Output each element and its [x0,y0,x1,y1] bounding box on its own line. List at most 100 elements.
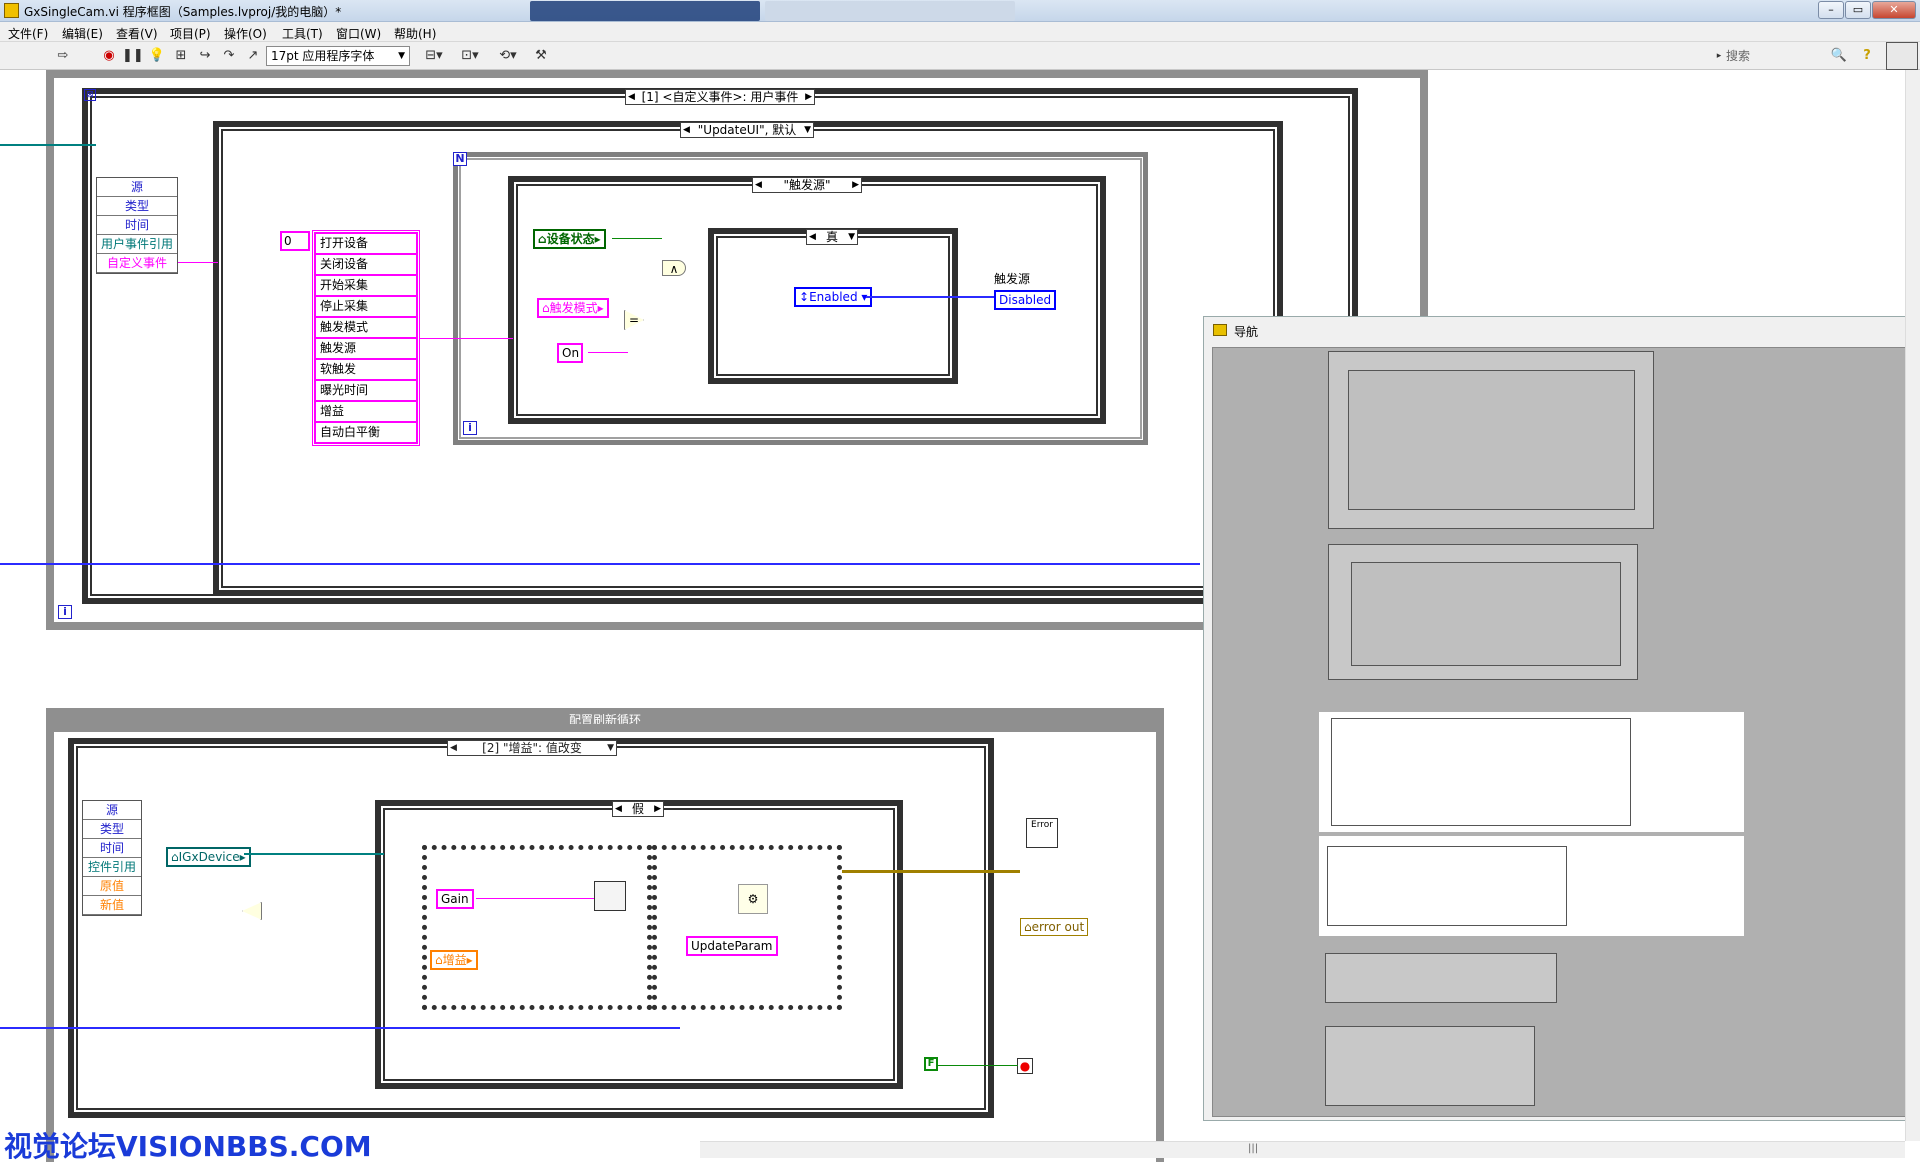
case-selector-updateui[interactable]: ◀ "UpdateUI", 默认 ▼ [680,122,814,138]
ring-item-stop: 停止采集 [315,296,417,317]
ring-item-white-balance: 自动白平衡 [315,422,417,443]
device-state-local[interactable]: ⌂设备状态▸ [533,229,606,249]
event-data-node-config: 源 类型 时间 控件引用 原值 新值 [82,800,142,916]
selector-prev-icon[interactable]: ◀ [683,123,690,137]
event-data-time: 时间 [97,216,177,235]
sequence-frame-2 [652,845,842,1010]
align-objects-icon[interactable]: ⊟▾ [420,47,448,65]
pause-icon[interactable]: ❚❚ [122,47,144,65]
vi-connector-icon[interactable] [1886,42,1918,70]
igxdevice-label: IGxDevice [178,850,240,864]
selector-prev-icon[interactable]: ◀ [755,178,762,192]
font-select-value: 17pt 应用程序字体 [271,49,375,63]
close-button[interactable]: ✕ [1872,1,1916,19]
invoke-node-icon[interactable]: ⚙ [738,884,768,914]
error-out-indicator[interactable]: ⌂error out [1020,918,1089,936]
case-selector-false[interactable]: ◀ 假 ▶ [612,801,664,817]
run-arrow-icon[interactable]: ⇨ [54,47,72,65]
selector-prev-icon[interactable]: ◀ [615,802,622,816]
wire-error-bottom [0,1027,680,1029]
menu-operate[interactable]: 操作(O) [224,25,267,42]
labview-block-diagram-window: GxSingleCam.vi 程序框图（Samples.lvproj/我的电脑）… [0,0,1920,1162]
chevron-down-icon: ▼ [398,51,405,61]
trigger-mode-local[interactable]: ⌂触发模式▸ [537,298,609,318]
horizontal-scrollbar[interactable]: ||| [700,1141,1905,1158]
updateparam-constant[interactable]: UpdateParam [686,936,778,956]
step-into-icon[interactable]: ↪ [196,47,214,65]
selector-next-icon[interactable]: ▶ [654,802,661,816]
menu-view[interactable]: 查看(V) [116,25,158,42]
enabled-constant[interactable]: ↕Enabled ▾ [794,287,873,307]
event-selector[interactable]: ◀ [1] <自定义事件>: 用户事件 ▶ [625,89,815,105]
navigation-overview[interactable] [1212,347,1917,1117]
highlight-bulb-icon[interactable]: 💡 [148,47,166,65]
navigation-window[interactable]: 导航 [1203,316,1920,1121]
wire-stop [938,1065,1018,1066]
event-data-type: 类型 [97,197,177,216]
search-input[interactable]: 搜索 [1720,46,1840,66]
case-selector-true[interactable]: ◀ 真 ▼ [806,229,858,245]
wire-igx [244,853,384,855]
maximize-button[interactable]: ▭ [1845,1,1871,19]
scroll-grip: ||| [1248,1143,1259,1154]
trigger-source-label: 触发源 [994,272,1031,286]
font-select[interactable]: 17pt 应用程序字体 ▼ [266,46,410,66]
case-selector-label: "触发源" [783,178,831,192]
error-handler-icon[interactable]: Error [1026,818,1058,848]
overview-block-6 [1325,1026,1535,1106]
disabled-property-node[interactable]: Disabled [994,290,1057,310]
selector-prev-icon[interactable]: ◀ [628,90,635,104]
selector-next-icon[interactable]: ▼ [607,741,614,755]
minimize-button[interactable]: – [1818,1,1844,19]
taskbar-tab-blurred[interactable] [530,1,760,21]
menu-window[interactable]: 窗口(W) [336,25,381,42]
event-data-user-ref: 用户事件引用 [97,235,177,254]
search-icon[interactable]: 🔍 [1830,47,1848,65]
vertical-scrollbar[interactable] [1905,70,1920,1141]
selector-next-icon[interactable]: ▼ [804,123,811,137]
step-out-icon[interactable]: ↗ [244,47,262,65]
event-data-old-value: 原值 [83,877,141,896]
for-loop-count-terminal[interactable]: N [453,152,467,166]
set-param-subvi-icon[interactable] [594,881,626,911]
index-constant[interactable]: 0 [280,231,310,251]
ring-item-start: 开始采集 [315,275,417,296]
stop-terminal-icon[interactable]: ● [1017,1058,1033,1074]
selector-prev-icon[interactable]: ◀ [450,741,457,755]
selector-next-icon[interactable]: ▶ [805,90,812,104]
menu-help[interactable]: 帮助(H) [394,25,436,42]
and-function[interactable]: ∧ [662,260,686,276]
gain-local[interactable]: ⌂增益▸ [430,950,478,970]
menu-file[interactable]: 文件(F) [8,25,48,42]
menu-project[interactable]: 项目(P) [170,25,211,42]
false-constant[interactable]: F [924,1057,938,1071]
step-over-icon[interactable]: ↷ [220,47,238,65]
selector-prev-icon[interactable]: ◀ [809,230,816,244]
device-state-label: 设备状态 [546,232,595,246]
help-icon[interactable]: ? [1858,47,1876,65]
selector-next-icon[interactable]: ▼ [848,230,855,244]
event-selector-config[interactable]: ◀ [2] "增益": 值改变 ▼ [447,740,617,756]
reorder-icon[interactable]: ⟲▾ [494,47,522,65]
ring-item-soft-trigger: 软触发 [315,359,417,380]
while-loop-iteration-terminal: i [58,605,72,619]
case-selector-trigger-source[interactable]: ◀ "触发源" ▶ [752,177,862,193]
gain-constant[interactable]: Gain [436,889,474,909]
overview-block-3 [1331,718,1631,826]
selector-next-icon[interactable]: ▶ [852,178,859,192]
menu-edit[interactable]: 编辑(E) [62,25,103,42]
on-constant[interactable]: On [557,343,583,363]
case-selector-label: 真 [825,230,838,244]
menu-tools[interactable]: 工具(T) [282,25,323,42]
retain-wire-icon[interactable]: ⊞ [172,47,190,65]
distribute-objects-icon[interactable]: ⊡▾ [456,47,484,65]
taskbar-tab-blurred-2[interactable] [765,1,1015,21]
ring-constant-list[interactable]: 打开设备 关闭设备 开始采集 停止采集 触发模式 触发源 软触发 曝光时间 增益… [312,230,420,446]
abort-icon[interactable]: ◉ [100,47,118,65]
wire-device-state [612,238,662,239]
wire-error-top [0,563,1200,565]
ring-item-exposure: 曝光时间 [315,380,417,401]
igxdevice-local[interactable]: ⌂IGxDevice▸ [166,847,251,867]
navigation-window-header: 导航 [1204,317,1919,343]
cleanup-diagram-icon[interactable]: ⚒ [530,47,552,65]
